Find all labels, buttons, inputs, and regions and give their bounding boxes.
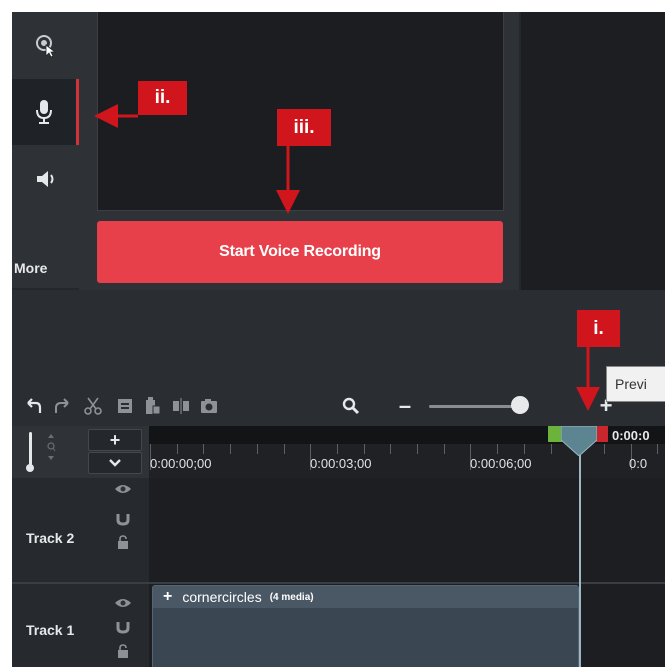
callout-label: iii. (277, 109, 331, 146)
callout-label: i. (577, 310, 620, 347)
annotation-arrows (94, 104, 600, 411)
callout-label: ii. (138, 81, 187, 115)
camtasia-window: More Start Voice Recording – + Previ + 0… (12, 12, 665, 667)
